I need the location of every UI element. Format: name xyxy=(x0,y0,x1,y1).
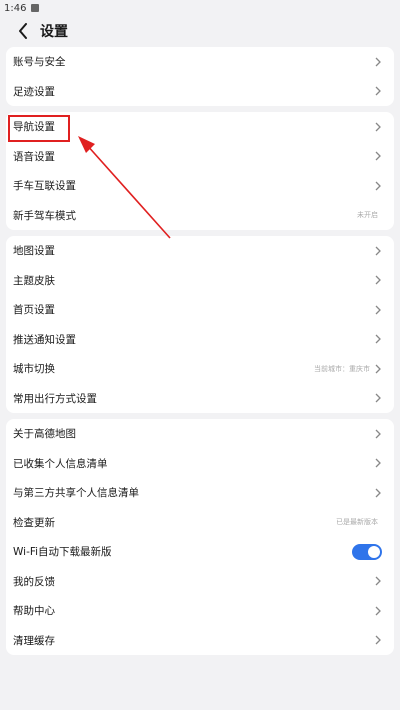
row-label: 已收集个人信息清单 xyxy=(13,457,108,470)
row-label: 检查更新 xyxy=(13,516,55,529)
row-label: 主题皮肤 xyxy=(13,274,55,287)
chevron-right-icon xyxy=(374,364,382,374)
settings-row-footprint[interactable]: 足迹设置 xyxy=(6,77,394,107)
row-label: 清理缓存 xyxy=(13,634,55,647)
chevron-right-icon xyxy=(374,393,382,403)
row-label: 与第三方共享个人信息清单 xyxy=(13,487,139,500)
chevron-right-icon xyxy=(374,429,382,439)
settings-row-travel-mode[interactable]: 常用出行方式设置 xyxy=(6,384,394,414)
chevron-right-icon xyxy=(374,305,382,315)
chevron-right-icon xyxy=(374,488,382,498)
row-label: 地图设置 xyxy=(13,245,55,258)
chevron-right-icon xyxy=(374,576,382,586)
settings-group-map: 地图设置 主题皮肤 首页设置 推送通知设置 城市切换 当前城市：重庆市 常用出行… xyxy=(6,236,394,413)
settings-row-voice[interactable]: 语音设置 xyxy=(6,142,394,172)
toggle-knob xyxy=(368,545,380,558)
chevron-right-icon xyxy=(374,181,382,191)
settings-row-theme[interactable]: 主题皮肤 xyxy=(6,266,394,296)
chevron-right-icon xyxy=(374,151,382,161)
settings-row-account-security[interactable]: 账号与安全 xyxy=(6,47,394,77)
settings-row-help[interactable]: 帮助中心 xyxy=(6,596,394,626)
chevron-right-icon xyxy=(374,86,382,96)
settings-group-account: 账号与安全 足迹设置 xyxy=(6,47,394,106)
row-label: 关于高德地图 xyxy=(13,428,76,441)
settings-row-map[interactable]: 地图设置 xyxy=(6,236,394,266)
settings-row-wifi-download: Wi-Fi自动下载最新版 xyxy=(6,537,394,567)
chevron-right-icon xyxy=(374,246,382,256)
row-hint: 已是最新版本 xyxy=(336,518,378,527)
chevron-right-icon xyxy=(374,334,382,344)
row-label: 导航设置 xyxy=(13,121,55,134)
settings-row-feedback[interactable]: 我的反馈 xyxy=(6,567,394,597)
row-hint: 当前城市：重庆市 xyxy=(314,364,370,373)
notification-icon xyxy=(31,4,40,12)
row-label: 首页设置 xyxy=(13,304,55,317)
settings-row-about[interactable]: 关于高德地图 xyxy=(6,419,394,449)
chevron-right-icon xyxy=(374,275,382,285)
settings-row-novice-driving[interactable]: 新手驾车模式 未开启 xyxy=(6,201,394,231)
row-label: 帮助中心 xyxy=(13,605,55,618)
row-label: 手车互联设置 xyxy=(13,180,76,193)
row-label: Wi-Fi自动下载最新版 xyxy=(13,546,112,559)
chevron-right-icon xyxy=(374,635,382,645)
settings-row-clear-cache[interactable]: 清理缓存 xyxy=(6,626,394,656)
wifi-auto-download-toggle[interactable] xyxy=(352,543,382,560)
settings-row-check-update[interactable]: 检查更新 已是最新版本 xyxy=(6,508,394,538)
row-label: 我的反馈 xyxy=(13,575,55,588)
settings-row-homepage[interactable]: 首页设置 xyxy=(6,295,394,325)
chevron-right-icon xyxy=(374,122,382,132)
settings-row-navigation[interactable]: 导航设置 xyxy=(6,112,394,142)
row-hint: 未开启 xyxy=(357,211,378,220)
settings-group-navigation: 导航设置 语音设置 手车互联设置 新手驾车模式 未开启 xyxy=(6,112,394,230)
row-label: 常用出行方式设置 xyxy=(13,392,97,405)
back-icon[interactable] xyxy=(14,22,32,40)
status-time: 1:46 xyxy=(4,2,27,14)
header: 设置 xyxy=(0,16,400,46)
row-label: 足迹设置 xyxy=(13,85,55,98)
settings-row-city[interactable]: 城市切换 当前城市：重庆市 xyxy=(6,354,394,384)
row-label: 新手驾车模式 xyxy=(13,209,76,222)
settings-row-collected-info[interactable]: 已收集个人信息清单 xyxy=(6,449,394,479)
settings-group-about: 关于高德地图 已收集个人信息清单 与第三方共享个人信息清单 检查更新 已是最新版… xyxy=(6,419,394,655)
row-label: 城市切换 xyxy=(13,363,55,376)
settings-row-shared-info[interactable]: 与第三方共享个人信息清单 xyxy=(6,478,394,508)
page-title: 设置 xyxy=(40,24,68,40)
status-bar: 1:46 xyxy=(0,0,400,16)
chevron-right-icon xyxy=(374,57,382,67)
settings-row-push[interactable]: 推送通知设置 xyxy=(6,325,394,355)
settings-row-car-connect[interactable]: 手车互联设置 xyxy=(6,171,394,201)
row-label: 语音设置 xyxy=(13,150,55,163)
chevron-right-icon xyxy=(374,606,382,616)
chevron-right-icon xyxy=(374,458,382,468)
row-label: 推送通知设置 xyxy=(13,333,76,346)
row-label: 账号与安全 xyxy=(13,56,66,69)
